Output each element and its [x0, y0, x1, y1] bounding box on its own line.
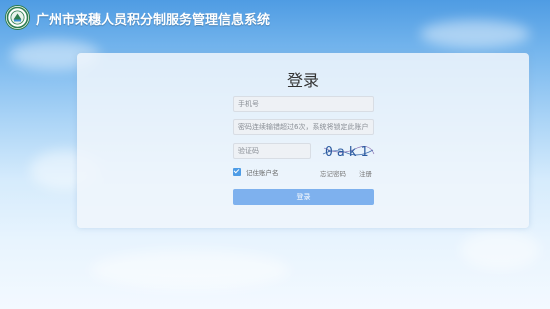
login-title: 登录 — [286, 71, 319, 90]
login-panel: 登录 0ak1 记住账户名 忘记密码 注册 登录 — [77, 53, 529, 228]
remember-label: 记住账户名 — [246, 169, 279, 177]
site-header: 广州市来穗人员积分制服务管理信息系统 — [0, 0, 550, 36]
emblem-icon — [5, 5, 30, 30]
phone-input[interactable] — [233, 96, 374, 112]
captcha-image[interactable]: 0ak1 — [321, 142, 375, 160]
remember-account[interactable]: 记住账户名 — [233, 167, 279, 177]
site-title: 广州市来穗人员积分制服务管理信息系统 — [36, 13, 271, 28]
login-button[interactable]: 登录 — [233, 189, 374, 205]
background-cloud — [90, 250, 290, 290]
register-link[interactable]: 注册 — [359, 168, 372, 178]
remember-checkbox[interactable] — [233, 168, 241, 176]
captcha-input[interactable] — [233, 143, 311, 159]
password-input[interactable] — [233, 119, 374, 135]
background-cloud — [460, 230, 540, 270]
forgot-password-link[interactable]: 忘记密码 — [320, 168, 346, 178]
captcha-text: 0ak1 — [325, 145, 372, 160]
